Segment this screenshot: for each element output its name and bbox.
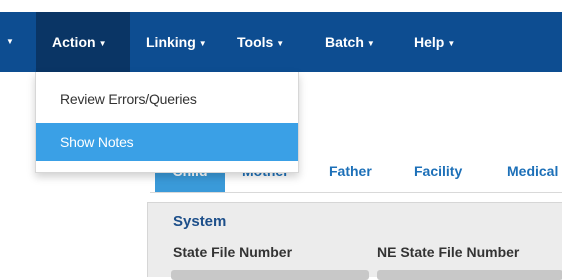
menu-item-review-errors[interactable]: Review Errors/Queries	[36, 80, 298, 118]
menu-item-show-notes-label: Show Notes	[60, 134, 134, 150]
ne-state-file-number-label: NE State File Number	[377, 244, 520, 260]
action-dropdown-menu: Review Errors/Queries Show Notes	[35, 72, 299, 173]
caret-down-icon[interactable]: ▼	[6, 12, 14, 72]
nav-action-label: Action	[52, 34, 96, 50]
tab-father[interactable]: Father	[329, 150, 372, 192]
caret-down-icon: ▼	[198, 39, 207, 48]
child-panel: System State File Number NE State File N…	[147, 202, 562, 280]
section-title-system: System	[173, 213, 227, 230]
nav-tools-menu[interactable]: Tools ▼	[237, 12, 284, 72]
nav-tools-label: Tools	[237, 34, 274, 50]
state-file-number-label: State File Number	[173, 244, 293, 260]
menu-item-show-notes[interactable]: Show Notes	[36, 123, 298, 161]
ne-state-file-number-input[interactable]	[377, 270, 562, 280]
top-navbar: ▼ Action ▼ Linking ▼ Tools ▼ Batch ▼ Help ▼	[0, 12, 562, 72]
nav-help-label: Help	[414, 34, 445, 50]
tab-medical-label: Medical	[507, 163, 559, 179]
caret-down-icon: ▼	[366, 39, 375, 48]
nav-batch-label: Batch	[325, 34, 364, 50]
tab-facility-label: Facility	[414, 163, 463, 179]
menu-item-review-errors-label: Review Errors/Queries	[60, 91, 197, 107]
tab-father-label: Father	[329, 163, 372, 179]
nav-action-menu[interactable]: Action ▼	[36, 12, 130, 72]
tab-medical[interactable]: Medical	[507, 150, 558, 192]
tab-facility[interactable]: Facility	[414, 150, 462, 192]
nav-batch-menu[interactable]: Batch ▼	[325, 12, 375, 72]
caret-down-icon: ▼	[276, 39, 285, 48]
caret-down-icon: ▼	[447, 39, 456, 48]
caret-down-icon: ▼	[98, 39, 107, 48]
nav-linking-label: Linking	[146, 34, 196, 50]
nav-linking-menu[interactable]: Linking ▼	[146, 12, 207, 72]
nav-help-menu[interactable]: Help ▼	[414, 12, 455, 72]
state-file-number-input[interactable]	[171, 270, 369, 280]
top-strip	[0, 0, 562, 12]
